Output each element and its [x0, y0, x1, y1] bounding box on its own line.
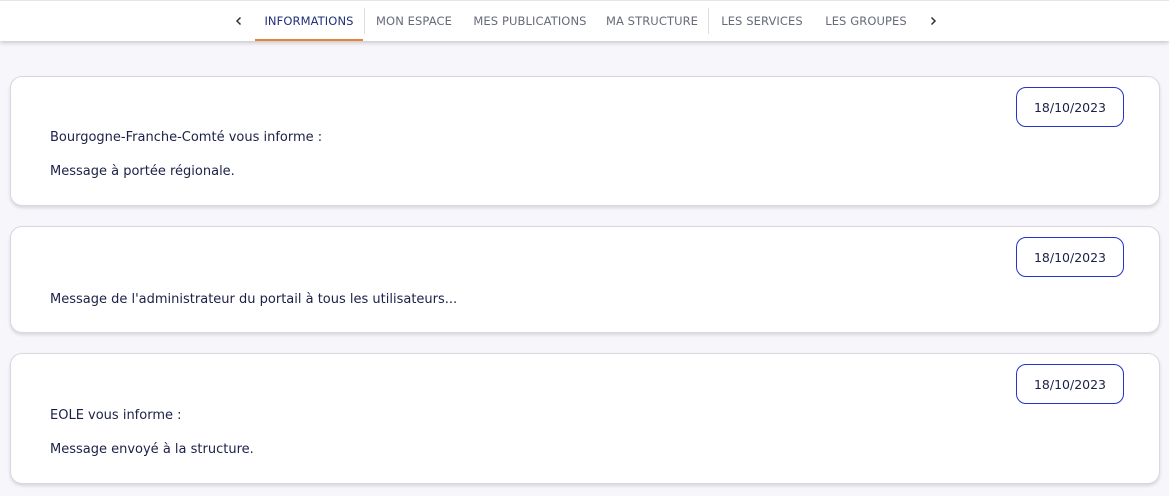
scroll-tabs-right-button[interactable]	[923, 11, 943, 31]
message-card: 18/10/2023 EOLE vous informe : Message e…	[10, 353, 1160, 484]
chevron-right-icon	[930, 16, 937, 26]
tab-les-services[interactable]: LES SERVICES	[712, 1, 812, 41]
message-body: Message envoyé à la structure.	[50, 442, 254, 457]
tab-mon-espace-label: MON ESPACE	[376, 14, 452, 28]
tab-les-groupes-label: LES GROUPES	[825, 14, 907, 28]
message-date: 18/10/2023	[1033, 249, 1107, 265]
tab-mes-publications-label: MES PUBLICATIONS	[473, 14, 587, 28]
message-date-badge: 18/10/2023	[1016, 237, 1124, 277]
message-body: Message de l'administrateur du portail à…	[50, 292, 458, 307]
message-heading: Bourgogne-Franche-Comté vous informe :	[50, 130, 323, 145]
message-heading: EOLE vous informe :	[50, 408, 182, 423]
message-date-badge: 18/10/2023	[1016, 364, 1124, 404]
tab-informations-label: INFORMATIONS	[264, 14, 354, 28]
message-date: 18/10/2023	[1033, 99, 1107, 115]
scroll-tabs-left-button[interactable]	[229, 11, 249, 31]
tab-ma-structure-label: MA STRUCTURE	[605, 14, 699, 28]
tab-mes-publications[interactable]: MES PUBLICATIONS	[466, 1, 594, 41]
tab-informations[interactable]: INFORMATIONS	[255, 1, 363, 41]
message-body: Message à portée régionale.	[50, 164, 235, 179]
message-date: 18/10/2023	[1033, 376, 1107, 392]
chevron-left-icon	[235, 16, 242, 26]
tab-ma-structure[interactable]: MA STRUCTURE	[600, 1, 704, 41]
message-card: 18/10/2023 Message de l'administrateur d…	[10, 226, 1160, 333]
tab-les-groupes[interactable]: LES GROUPES	[818, 1, 914, 41]
tab-les-services-label: LES SERVICES	[721, 14, 803, 28]
message-date-badge: 18/10/2023	[1016, 87, 1124, 127]
tab-bar: INFORMATIONS MON ESPACE MES PUBLICATIONS…	[0, 0, 1169, 41]
tab-divider	[708, 8, 709, 34]
tab-divider	[364, 8, 365, 34]
message-card: 18/10/2023 Bourgogne-Franche-Comté vous …	[10, 76, 1160, 206]
tab-mon-espace[interactable]: MON ESPACE	[368, 1, 460, 41]
